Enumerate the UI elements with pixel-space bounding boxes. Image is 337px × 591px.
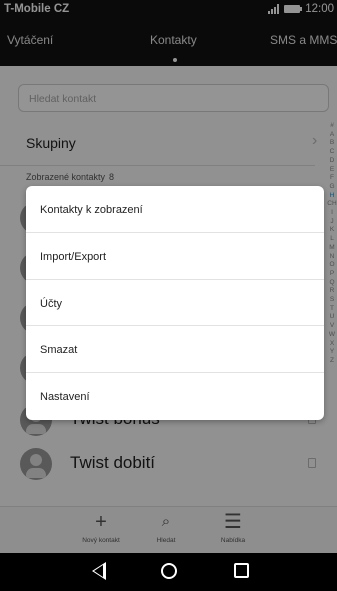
recent-apps-icon[interactable] — [234, 563, 249, 578]
menu-item-settings[interactable]: Nastavení — [26, 373, 324, 420]
back-icon[interactable] — [92, 562, 106, 580]
home-icon[interactable] — [161, 563, 177, 579]
menu-item-delete[interactable]: Smazat — [26, 326, 324, 374]
menu-item-accounts[interactable]: Účty — [26, 280, 324, 327]
menu-item-import-export[interactable]: Import/Export — [26, 233, 324, 280]
navigation-bar — [0, 553, 337, 591]
options-menu: Kontakty k zobrazení Import/Export Účty … — [26, 186, 324, 420]
menu-item-contacts-to-display[interactable]: Kontakty k zobrazení — [26, 186, 324, 233]
